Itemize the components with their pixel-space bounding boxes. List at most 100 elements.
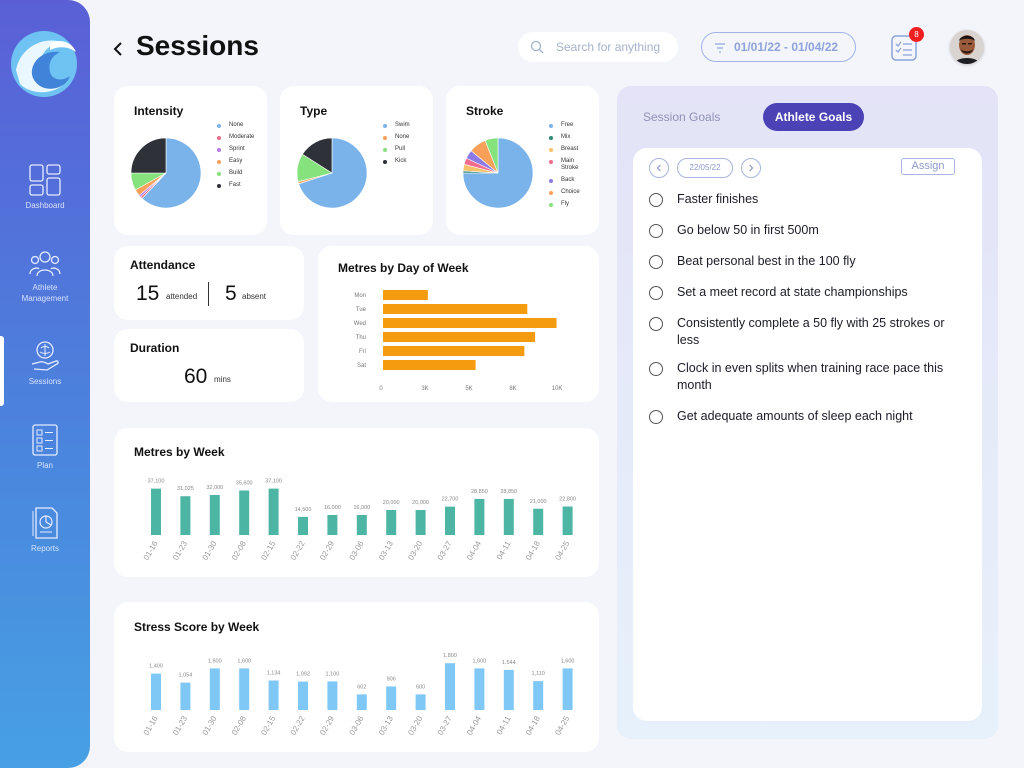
next-date-button[interactable] — [741, 158, 761, 178]
legend-item: Fly — [549, 201, 583, 208]
bar-value-label: 1,134 — [267, 671, 281, 677]
assign-button[interactable]: Assign — [901, 158, 955, 175]
sessions-icon — [31, 341, 59, 371]
legend-swatch — [383, 124, 387, 128]
bar — [445, 506, 455, 535]
bar — [383, 332, 536, 342]
legend-label: Fly — [561, 201, 569, 207]
goal-item[interactable]: Consistently complete a 50 fly with 25 s… — [649, 315, 959, 349]
stress-score-card: Stress Score by Week 1,400 01-16 1,054 01-2… — [114, 602, 599, 752]
goal-item[interactable]: Get adequate amounts of sleep each night — [649, 408, 959, 425]
goal-date[interactable]: 22/05/22 — [677, 158, 733, 178]
x-tick-label: 03-20 — [406, 539, 424, 562]
goal-radio[interactable] — [649, 362, 663, 376]
metres-by-week-card: Metres by Week 37,100 01-16 31,025 01-23 32,… — [114, 428, 599, 577]
user-avatar[interactable] — [950, 30, 984, 64]
bar — [268, 488, 279, 535]
goal-item[interactable]: Clock in even splits when training race … — [649, 360, 959, 394]
back-chevron-icon[interactable] — [110, 36, 126, 62]
legend-swatch — [217, 124, 221, 128]
absent-label: absent — [242, 292, 267, 301]
attendance-divider — [208, 282, 209, 306]
goal-text: Consistently complete a 50 fly with 25 s… — [677, 316, 945, 347]
y-tick-label: Sat — [357, 363, 366, 369]
attended-count: 15 — [136, 282, 160, 305]
legend-label: None — [229, 122, 244, 128]
search-input[interactable] — [556, 38, 672, 56]
bar — [383, 304, 528, 314]
bar — [239, 490, 250, 535]
bar-value-label: 1,600 — [237, 658, 251, 664]
bar — [180, 682, 191, 710]
nav-label-dashboard: Dashboard — [25, 201, 65, 210]
bar — [562, 506, 573, 535]
prev-date-button[interactable] — [649, 158, 669, 178]
stress-score-chart: 1,400 01-16 1,054 01-23 1,600 01-30 1,600 02-08… — [142, 653, 575, 737]
bar — [151, 488, 161, 535]
search-box[interactable] — [518, 32, 678, 62]
goal-radio[interactable] — [649, 410, 663, 424]
legend-swatch — [383, 136, 387, 140]
sidebar: Dashboard Athlete Management Sessions Pl… — [0, 0, 90, 768]
legend-label: Build — [229, 170, 243, 176]
date-range-filter[interactable]: 01/01/22 - 01/04/22 — [701, 32, 856, 62]
x-tick-label: 04-18 — [524, 539, 542, 562]
x-tick-label: 0 — [379, 386, 383, 392]
bar — [503, 669, 514, 710]
tab-session-goals[interactable]: Session Goals — [643, 110, 720, 124]
goal-item[interactable]: Faster finishes — [649, 191, 959, 208]
bar — [386, 510, 397, 535]
bar-value-label: 16,000 — [324, 505, 341, 511]
goal-item[interactable]: Go below 50 in first 500m — [649, 222, 959, 239]
legend-item: Back — [549, 177, 583, 184]
nav-label-plan: Plan — [36, 461, 53, 470]
metres-by-day-chart: Mon Tue Wed Thu Fri Sat 0 3K 5K 8K 10K — [354, 290, 562, 392]
goal-radio[interactable] — [649, 255, 663, 269]
x-tick-label: 03-06 — [348, 539, 366, 562]
goal-radio[interactable] — [649, 193, 663, 207]
bar-value-label: 1,110 — [532, 671, 545, 677]
x-tick-label: 02-15 — [259, 539, 277, 562]
legend-label: Pull — [395, 146, 406, 152]
legend-swatch — [217, 160, 221, 164]
legend-item: Sprint — [217, 146, 251, 153]
x-tick-label: 03-27 — [436, 539, 454, 562]
tab-athlete-goals[interactable]: Athlete Goals — [763, 103, 864, 131]
bar — [533, 508, 544, 535]
bar-value-label: 28,850 — [471, 489, 488, 495]
x-tick-label: 01-23 — [171, 714, 189, 737]
dashboard-icon — [29, 164, 61, 196]
duration-card: Duration 60 mins — [114, 329, 304, 402]
legend-item: Build — [217, 170, 251, 177]
nav-item-plan[interactable]: Plan — [0, 424, 90, 471]
x-tick-label: 8K — [509, 386, 516, 392]
legend-label: Mix — [561, 134, 571, 140]
stroke-legend: Free Mix Breast Main Stroke Back Choice Fly — [549, 122, 583, 213]
goal-item[interactable]: Set a meet record at state championships — [649, 284, 959, 301]
bar-value-label: 16,000 — [353, 505, 370, 511]
wave-logo-icon — [11, 31, 77, 97]
stroke-card: Stroke Free Mix Breast Main Stroke Back Choic… — [446, 86, 599, 235]
nav-item-athlete-management[interactable]: Athlete Management — [0, 250, 90, 304]
intensity-pie-chart — [130, 137, 202, 209]
date-range-label: 01/01/22 - 01/04/22 — [734, 40, 839, 54]
legend-item: None — [217, 122, 251, 129]
y-tick-label: Mon — [354, 293, 366, 299]
nav-item-sessions[interactable]: Sessions — [0, 340, 90, 387]
metres-by-day-card: Metres by Day of Week Mon Tue Wed Thu Fri Sat… — [318, 246, 599, 402]
type-title: Type — [300, 104, 328, 118]
goal-item[interactable]: Beat personal best in the 100 fly — [649, 253, 959, 270]
legend-label: Kick — [395, 158, 407, 164]
legend-swatch — [217, 148, 221, 152]
legend-swatch — [217, 184, 221, 188]
goal-radio[interactable] — [649, 317, 663, 331]
nav-item-dashboard[interactable]: Dashboard — [0, 164, 90, 211]
goal-radio[interactable] — [649, 224, 663, 238]
nav-item-reports[interactable]: Reports — [0, 507, 90, 554]
bar-value-label: 37,100 — [148, 479, 165, 485]
goal-radio[interactable] — [649, 286, 663, 300]
bar-value-label: 602 — [357, 684, 366, 690]
bar — [298, 681, 308, 710]
y-tick-label: Tue — [356, 307, 367, 313]
nav-label-sessions: Sessions — [28, 377, 62, 386]
